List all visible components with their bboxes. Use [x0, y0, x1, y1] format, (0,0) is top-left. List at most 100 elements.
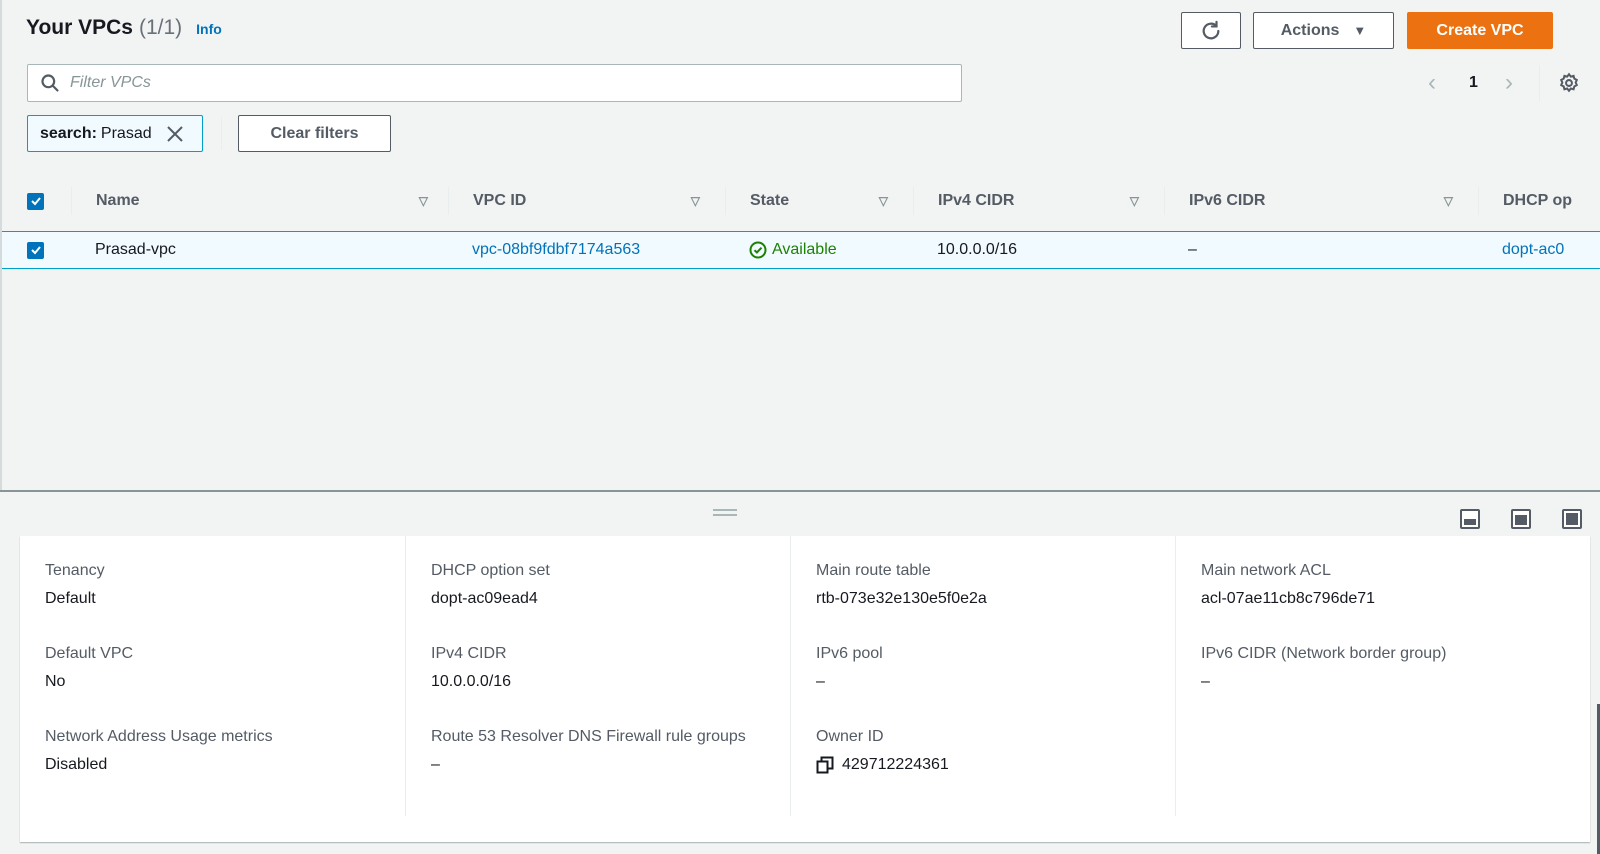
next-page-icon[interactable]: › [1505, 69, 1513, 97]
column-divider [1478, 187, 1479, 215]
pagination: ‹ 1 › [1400, 65, 1600, 101]
details-column-2: DHCP option set dopt-ac09ead4 IPv4 CIDR … [405, 536, 790, 816]
sort-icon[interactable]: ▽ [419, 194, 428, 208]
status-success-icon [749, 241, 767, 259]
field-value: Disabled [45, 756, 108, 773]
clear-filters-button[interactable]: Clear filters [238, 115, 391, 152]
column-label: IPv4 CIDR [938, 192, 1015, 209]
settings-gear-icon[interactable] [1558, 72, 1580, 94]
field-label: Default VPC [45, 645, 134, 662]
column-label: VPC ID [473, 192, 527, 209]
main-network-acl-link[interactable]: acl-07ae11cb8c796de71 [1201, 589, 1375, 609]
info-link[interactable]: Info [196, 21, 222, 37]
row-checkbox[interactable] [27, 241, 44, 259]
field-label: IPv4 CIDR [431, 645, 507, 662]
caret-down-icon: ▼ [1353, 23, 1367, 38]
filter-input[interactable] [70, 74, 930, 92]
remove-token-close-icon[interactable] [166, 125, 184, 143]
filter-token: search: Prasad [27, 115, 203, 152]
field-label: Main route table [816, 562, 931, 579]
checkmark-icon [30, 246, 41, 255]
panel-bottom-small-icon[interactable] [1460, 509, 1480, 529]
row-select [27, 232, 44, 268]
sort-icon[interactable]: ▽ [691, 194, 700, 208]
checkmark-icon [30, 197, 41, 206]
page-title: Your VPCs [26, 16, 133, 39]
cell-ipv4-cidr: 10.0.0.0/16 [937, 241, 1018, 258]
cell-dhcp-link[interactable]: dopt-ac0 [1502, 232, 1564, 268]
select-all-checkbox[interactable] [27, 192, 44, 210]
main-route-table-link[interactable]: rtb-073e32e130e5f0e2a [816, 589, 987, 609]
resize-handle-icon[interactable] [713, 509, 737, 519]
page-header: Your VPCs (1/1) Info [26, 16, 222, 40]
token-key: search: [40, 124, 97, 142]
cell-vpc-id-link[interactable]: vpc-08bf9fdbf7174a563 [472, 232, 640, 268]
column-header-vpc-id[interactable]: VPC ID ▽ [448, 175, 725, 227]
field-main-route-table: Main route table rtb-073e32e130e5f0e2a [816, 558, 987, 609]
sort-icon[interactable]: ▽ [1444, 194, 1453, 208]
field-label: Route 53 Resolver DNS Firewall rule grou… [431, 728, 746, 745]
column-header-ipv4-cidr[interactable]: IPv4 CIDR ▽ [913, 175, 1164, 227]
actions-label: Actions [1280, 21, 1340, 39]
column-divider [725, 187, 726, 215]
cell-ipv6-cidr: – [1188, 241, 1197, 258]
panel-full-icon[interactable] [1562, 509, 1582, 529]
field-label: Main network ACL [1201, 562, 1331, 579]
field-owner-id: Owner ID 429712224361 [816, 724, 949, 775]
column-header-name[interactable]: Name ▽ [71, 175, 448, 227]
select-all-header [27, 175, 71, 227]
create-vpc-button[interactable]: Create VPC [1407, 12, 1553, 49]
field-dhcp-option-set: DHCP option set dopt-ac09ead4 [431, 558, 550, 609]
refresh-button[interactable] [1181, 12, 1241, 49]
field-ipv6-cidr-border-group: IPv6 CIDR (Network border group) – [1201, 641, 1446, 692]
field-label: IPv6 CIDR (Network border group) [1201, 645, 1447, 662]
field-value: – [431, 756, 440, 773]
copy-icon[interactable] [816, 756, 834, 774]
search-icon [41, 74, 59, 92]
details-column-3: Main route table rtb-073e32e130e5f0e2a I… [790, 536, 1175, 816]
field-default-vpc: Default VPC No [45, 641, 133, 692]
details-column-4: Main network ACL acl-07ae11cb8c796de71 I… [1175, 536, 1570, 816]
field-label: DHCP option set [431, 562, 550, 579]
sort-icon[interactable]: ▽ [879, 194, 888, 208]
cell-state: Available [749, 232, 837, 268]
field-ipv6-pool: IPv6 pool – [816, 641, 883, 692]
field-value: No [45, 673, 66, 690]
panel-position-controls [1460, 509, 1582, 529]
field-dns-firewall: Route 53 Resolver DNS Firewall rule grou… [431, 724, 751, 775]
field-value: – [1201, 673, 1210, 690]
field-label: Tenancy [45, 562, 105, 579]
details-column-1: Tenancy Default Default VPC No Network A… [20, 536, 405, 816]
dhcp-option-set-link[interactable]: dopt-ac09ead4 [431, 589, 550, 609]
column-header-dhcp[interactable]: DHCP op [1478, 175, 1600, 227]
column-label: Name [96, 192, 140, 209]
field-label: IPv6 pool [816, 645, 883, 662]
column-divider [1164, 187, 1165, 215]
vpc-list-panel: Your VPCs (1/1) Info Actions ▼ Create VP… [0, 0, 1600, 490]
token-value: Prasad [100, 124, 152, 142]
column-header-ipv6-cidr[interactable]: IPv6 CIDR ▽ [1164, 175, 1478, 227]
column-label: DHCP op [1503, 192, 1573, 209]
actions-dropdown[interactable]: Actions ▼ [1253, 12, 1394, 49]
field-label: Owner ID [816, 728, 884, 745]
field-tenancy: Tenancy Default [45, 558, 105, 609]
field-label: Network Address Usage metrics [45, 728, 273, 745]
field-value: – [816, 673, 825, 690]
table-row[interactable]: Prasad-vpc vpc-08bf9fdbf7174a563 Availab… [2, 231, 1600, 269]
previous-page-icon[interactable]: ‹ [1428, 69, 1436, 97]
panel-bottom-medium-icon[interactable] [1511, 509, 1531, 529]
refresh-icon [1202, 20, 1220, 39]
field-nau-metrics: Network Address Usage metrics Disabled [45, 724, 273, 775]
field-ipv4-cidr: IPv4 CIDR 10.0.0.0/16 [431, 641, 511, 692]
selection-count: (1/1) [138, 16, 183, 39]
column-header-state[interactable]: State ▽ [725, 175, 913, 227]
state-label: Available [772, 241, 837, 258]
column-label: State [750, 192, 790, 209]
vpc-details-card: Tenancy Default Default VPC No Network A… [20, 536, 1590, 842]
column-divider [71, 187, 72, 215]
current-page[interactable]: 1 [1469, 74, 1478, 92]
filter-search-box[interactable] [27, 64, 962, 102]
details-split-panel: Tenancy Default Default VPC No Network A… [0, 490, 1600, 854]
owner-id-text: 429712224361 [842, 756, 949, 773]
sort-icon[interactable]: ▽ [1130, 194, 1139, 208]
